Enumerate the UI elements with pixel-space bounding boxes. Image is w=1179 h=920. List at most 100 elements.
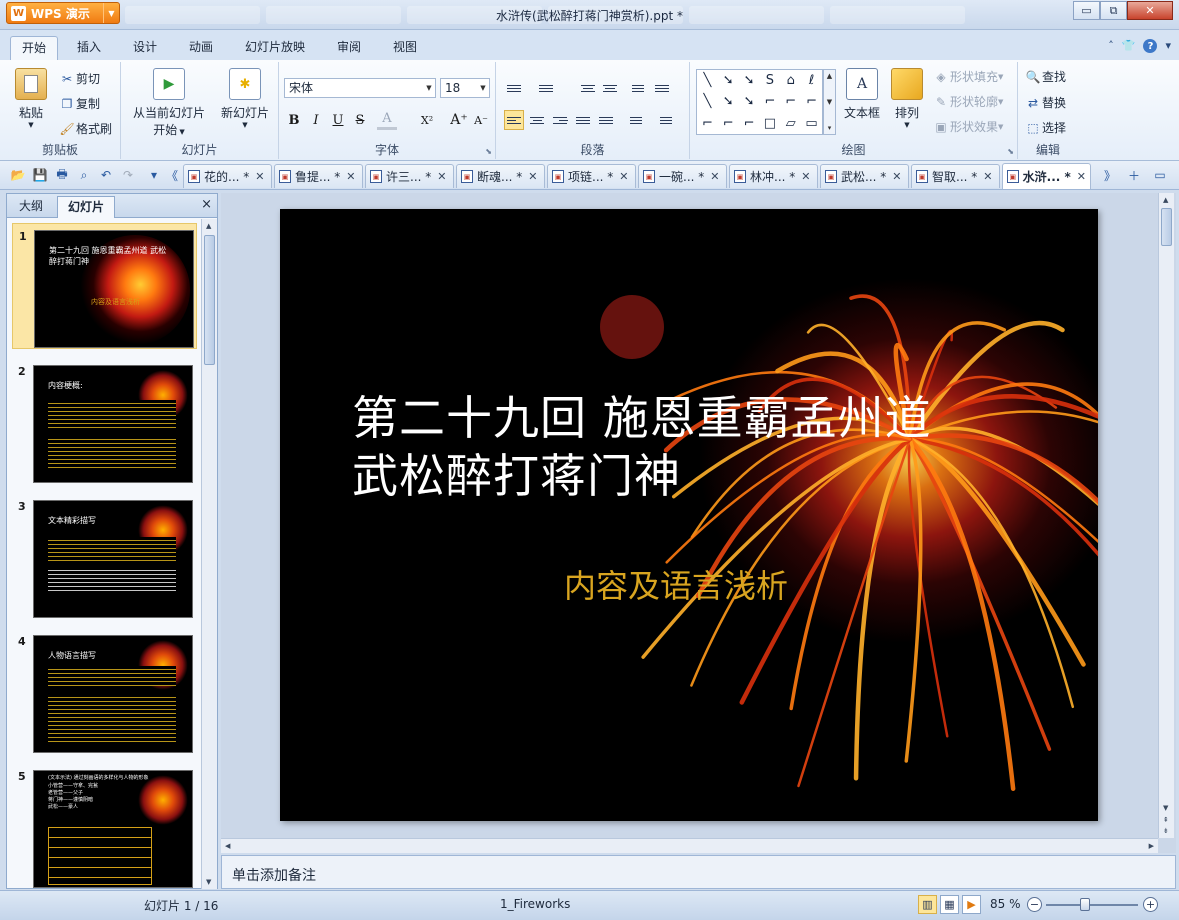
- help-icon[interactable]: ?: [1143, 39, 1158, 53]
- find-button[interactable]: 🔍 查找: [1024, 68, 1067, 85]
- slide-title[interactable]: 第二十九回 施恩重霸孟州道 武松醉打蒋门神: [352, 389, 1052, 505]
- strikethrough-button[interactable]: S: [350, 110, 370, 130]
- shape-outline-button[interactable]: ✎ 形状轮廓 ▼: [932, 93, 1003, 110]
- shape-option[interactable]: ➘: [718, 91, 739, 112]
- shape-option[interactable]: ▱: [780, 113, 801, 134]
- replace-button[interactable]: ⇄ 替换: [1024, 94, 1066, 111]
- zoom-out-icon[interactable]: −: [1027, 897, 1042, 912]
- open-icon[interactable]: 📂: [10, 167, 26, 183]
- document-tab[interactable]: ▣ 水浒... * ✕: [1002, 163, 1091, 189]
- decrease-indent-button[interactable]: [578, 78, 598, 98]
- document-tab[interactable]: ▣ 智取... * ✕: [911, 164, 1000, 188]
- close-tab-icon[interactable]: ✕: [983, 170, 992, 183]
- line-spacing-button[interactable]: [626, 110, 646, 130]
- tab-view[interactable]: 视图: [382, 36, 428, 60]
- shrink-font-button[interactable]: A⁻: [471, 110, 491, 130]
- minimize-button[interactable]: ▭: [1073, 1, 1100, 20]
- close-tab-icon[interactable]: ✕: [528, 170, 537, 183]
- new-slide-button[interactable]: ✱ 新幻灯片 ▼: [215, 68, 275, 129]
- underline-button[interactable]: U: [328, 110, 348, 130]
- shape-option[interactable]: ➘: [739, 70, 760, 91]
- tab-design[interactable]: 设计: [122, 36, 168, 60]
- customize-icon[interactable]: ▾: [146, 167, 162, 183]
- shape-option[interactable]: ⌐: [760, 91, 781, 112]
- tab-outline[interactable]: 大纲: [9, 196, 53, 218]
- shape-option[interactable]: ℓ: [801, 70, 822, 91]
- text-direction-button[interactable]: [628, 78, 648, 98]
- slide-thumbnail[interactable]: 1 第二十九回 施恩重霸孟州道 武松醉打蒋门神 内容及语言浅析: [12, 223, 197, 349]
- pane-scrollbar[interactable]: ▲ ▼: [201, 219, 217, 889]
- play-from-current-button[interactable]: ▶ 从当前幻灯片 开始 ▼: [127, 68, 211, 138]
- italic-button[interactable]: I: [306, 110, 326, 130]
- tab-slideshow[interactable]: 幻灯片放映: [234, 36, 316, 60]
- normal-view-icon[interactable]: ▥: [918, 895, 937, 914]
- sorter-view-icon[interactable]: ▦: [940, 895, 959, 914]
- slide-thumbnail[interactable]: 2 内容梗概:: [12, 359, 197, 485]
- shape-option[interactable]: ➘: [739, 91, 760, 112]
- gallery-scroll[interactable]: ▲ ▼ ▾: [823, 69, 836, 135]
- document-tab[interactable]: ▣ 一碗... * ✕: [638, 164, 727, 188]
- tab-review[interactable]: 审阅: [326, 36, 372, 60]
- text-box-button[interactable]: A 文本框: [840, 68, 884, 121]
- document-tab[interactable]: ▣ 鲁提... * ✕: [274, 164, 363, 188]
- tab-slides[interactable]: 幻灯片: [57, 196, 116, 218]
- undo-icon[interactable]: ↶: [98, 167, 114, 183]
- close-tab-icon[interactable]: ✕: [892, 170, 901, 183]
- shape-option[interactable]: S: [760, 70, 781, 91]
- select-button[interactable]: ⬚ 选择: [1024, 119, 1066, 136]
- font-size-select[interactable]: 18 ▼: [440, 78, 490, 98]
- slide-thumbnail[interactable]: 4 人物语言描写: [12, 629, 197, 755]
- align-center-button[interactable]: [527, 110, 547, 130]
- document-tab[interactable]: ▣ 项链... * ✕: [547, 164, 636, 188]
- vertical-scrollbar[interactable]: ▲ ▼ ⇞ ⇟: [1158, 193, 1174, 838]
- copy-button[interactable]: ❐ 复制: [58, 95, 100, 112]
- tabs-left-icon[interactable]: 《: [164, 167, 180, 183]
- help-dropdown-icon[interactable]: ▾: [1165, 39, 1171, 53]
- close-tab-icon[interactable]: ✕: [1077, 170, 1086, 183]
- tab-home[interactable]: 开始: [10, 36, 59, 60]
- horizontal-scrollbar[interactable]: ◀ ▶: [221, 838, 1158, 853]
- grow-font-button[interactable]: A⁺: [449, 110, 469, 130]
- dialog-launcher-icon[interactable]: ⬊: [1007, 147, 1014, 156]
- shape-option[interactable]: ╲: [697, 70, 718, 91]
- close-tab-icon[interactable]: ✕: [437, 170, 446, 183]
- distribute-button[interactable]: [596, 110, 616, 130]
- align-left-button[interactable]: [504, 110, 524, 130]
- shape-option[interactable]: ▭: [801, 113, 822, 134]
- document-tab[interactable]: ▣ 武松... * ✕: [820, 164, 909, 188]
- restore-button[interactable]: ⧉: [1100, 1, 1127, 20]
- shape-option[interactable]: □: [760, 113, 781, 134]
- window-list-icon[interactable]: ▭: [1152, 167, 1168, 183]
- slide-thumbnail[interactable]: 5 (文本示法) 通过刻画语的多样化与人物的形象 小管营——守拿、完瓮 老管营—…: [12, 764, 197, 889]
- numbering-button[interactable]: [536, 78, 556, 98]
- paste-button[interactable]: 粘贴 ▼: [8, 68, 54, 129]
- shape-effect-button[interactable]: ▣ 形状效果 ▼: [932, 118, 1003, 135]
- print-icon[interactable]: 🖶: [54, 167, 70, 183]
- close-pane-icon[interactable]: ×: [201, 197, 212, 212]
- document-tab[interactable]: ▣ 林冲... * ✕: [729, 164, 818, 188]
- tab-insert[interactable]: 插入: [66, 36, 112, 60]
- shape-option[interactable]: ⌐: [780, 91, 801, 112]
- document-tab[interactable]: ▣ 许三... * ✕: [365, 164, 454, 188]
- close-button[interactable]: ✕: [1127, 1, 1173, 20]
- notes-pane[interactable]: 单击添加备注: [221, 855, 1176, 889]
- font-color-button[interactable]: A: [377, 110, 397, 130]
- collapse-ribbon-icon[interactable]: ˄: [1108, 39, 1114, 53]
- skin-icon[interactable]: 👕: [1122, 39, 1136, 53]
- vertical-align-button[interactable]: [652, 78, 672, 98]
- shape-option[interactable]: ⌐: [718, 113, 739, 134]
- font-name-select[interactable]: 宋体 ▼: [284, 78, 436, 98]
- close-tab-icon[interactable]: ✕: [619, 170, 628, 183]
- shape-option[interactable]: ⌐: [801, 91, 822, 112]
- document-tab[interactable]: ▣ 断魂... * ✕: [456, 164, 545, 188]
- slide-subtitle[interactable]: 内容及语言浅析: [564, 561, 788, 607]
- arrange-button[interactable]: 排列 ▼: [888, 68, 926, 129]
- zoom-slider-knob[interactable]: [1080, 898, 1090, 911]
- close-tab-icon[interactable]: ✕: [801, 170, 810, 183]
- shape-fill-button[interactable]: ◈ 形状填充 ▼: [932, 68, 1003, 85]
- shape-option[interactable]: ➘: [718, 70, 739, 91]
- current-slide[interactable]: 第二十九回 施恩重霸孟州道 武松醉打蒋门神 内容及语言浅析: [280, 209, 1098, 821]
- tab-animation[interactable]: 动画: [178, 36, 224, 60]
- align-right-button[interactable]: [550, 110, 570, 130]
- dialog-launcher-icon[interactable]: ⬊: [485, 147, 492, 156]
